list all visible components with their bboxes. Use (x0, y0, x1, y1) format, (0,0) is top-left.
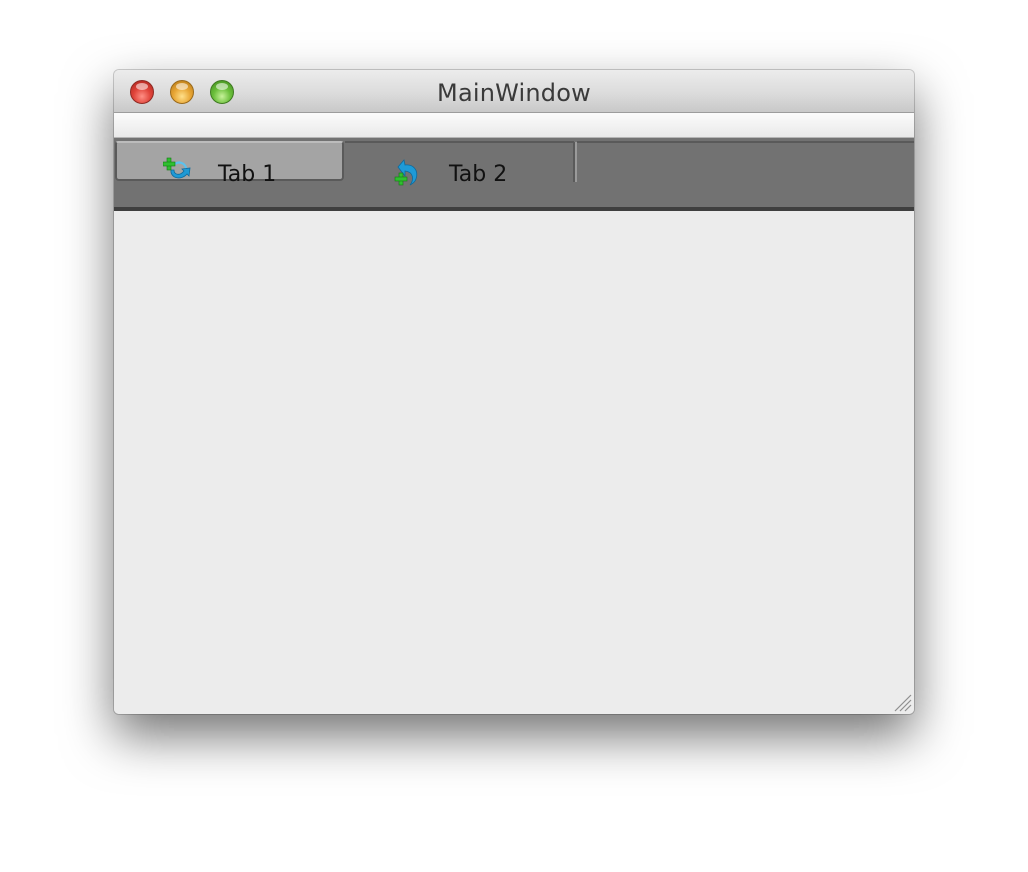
tab-separator (573, 142, 577, 182)
tab-2[interactable]: Tab 2 (345, 141, 574, 187)
tab-bar: Tab 1 Tab 2 (114, 138, 914, 212)
tab-content-area (114, 211, 914, 714)
resize-grip-icon[interactable] (890, 690, 912, 712)
tab-1-label: Tab 1 (218, 162, 277, 187)
tab-bar-top-line (577, 141, 914, 143)
title-bar[interactable]: MainWindow (114, 70, 914, 113)
add-undo-icon (393, 158, 421, 186)
main-window: MainWindow Tab 1 Tab 2 (114, 70, 914, 714)
add-refresh-icon (162, 157, 191, 185)
toolbar-strip (114, 113, 914, 138)
tab-2-label: Tab 2 (449, 162, 508, 187)
tab-1[interactable]: Tab 1 (115, 141, 344, 187)
window-title: MainWindow (437, 79, 591, 107)
